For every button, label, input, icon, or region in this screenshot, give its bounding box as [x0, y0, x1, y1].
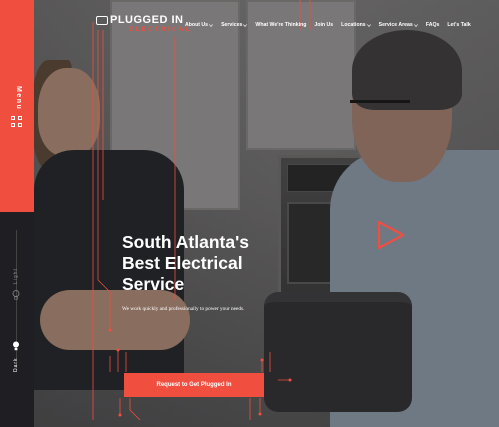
nav-item-service-areas[interactable]: Service Areas — [379, 22, 418, 28]
light-mode-label[interactable]: Light — [13, 268, 19, 284]
nav-item-label: Join Us — [314, 22, 334, 28]
chevron-down-icon — [243, 23, 248, 27]
headline-line: South Atlanta's — [122, 232, 249, 252]
menu-label[interactable]: Menu — [15, 86, 22, 110]
hero-section — [0, 0, 499, 427]
dark-mode-label[interactable]: Dark — [13, 357, 19, 372]
chevron-down-icon — [366, 23, 371, 27]
play-icon[interactable] — [376, 220, 406, 250]
nav-item-services[interactable]: Services — [221, 22, 248, 28]
sidebar-menu-panel[interactable]: Menu — [0, 0, 34, 212]
plug-icon — [96, 16, 108, 25]
brand-tagline: ELECTRICAL — [129, 27, 192, 33]
nav-item-label: FAQs — [425, 22, 440, 28]
nav-item-label: About Us — [185, 22, 209, 28]
bulb-outline-icon[interactable] — [12, 290, 20, 300]
nav-item-what-were-thinking[interactable]: What We're Thinking — [255, 22, 306, 28]
hero-subtitle: We work quickly and professionally to po… — [122, 306, 245, 312]
theme-toggle-panel — [0, 212, 34, 427]
nav-item-label: Let's Talk — [447, 22, 471, 28]
nav-item-locations[interactable]: Locations — [341, 22, 371, 28]
headline-line: Best Electrical — [122, 253, 243, 273]
hero-headline: South Atlanta's Best Electrical Service — [122, 232, 302, 295]
brand-name: PLUGGED IN — [110, 14, 184, 26]
nav-item-label: Services — [221, 22, 243, 28]
nav-item-lets-talk[interactable]: Let's Talk — [447, 22, 470, 28]
nav-item-label: What We're Thinking — [255, 22, 307, 28]
nav-item-about-us[interactable]: About Us — [185, 22, 213, 28]
bulb-filled-icon[interactable] — [12, 341, 20, 351]
chevron-down-icon — [413, 23, 418, 27]
main-nav: About Us Services What We're Thinking Jo… — [185, 22, 471, 28]
nav-item-label: Service Areas — [378, 22, 413, 28]
nav-item-join-us[interactable]: Join Us — [314, 22, 333, 28]
request-plugged-in-button[interactable]: Request to Get Plugged In — [124, 373, 264, 397]
nav-item-label: Locations — [341, 22, 366, 28]
nav-item-faqs[interactable]: FAQs — [426, 22, 440, 28]
hero-overlay — [0, 0, 499, 427]
chevron-down-icon — [209, 23, 213, 27]
headline-line: Service — [122, 274, 185, 294]
grid-icon[interactable] — [11, 116, 23, 128]
